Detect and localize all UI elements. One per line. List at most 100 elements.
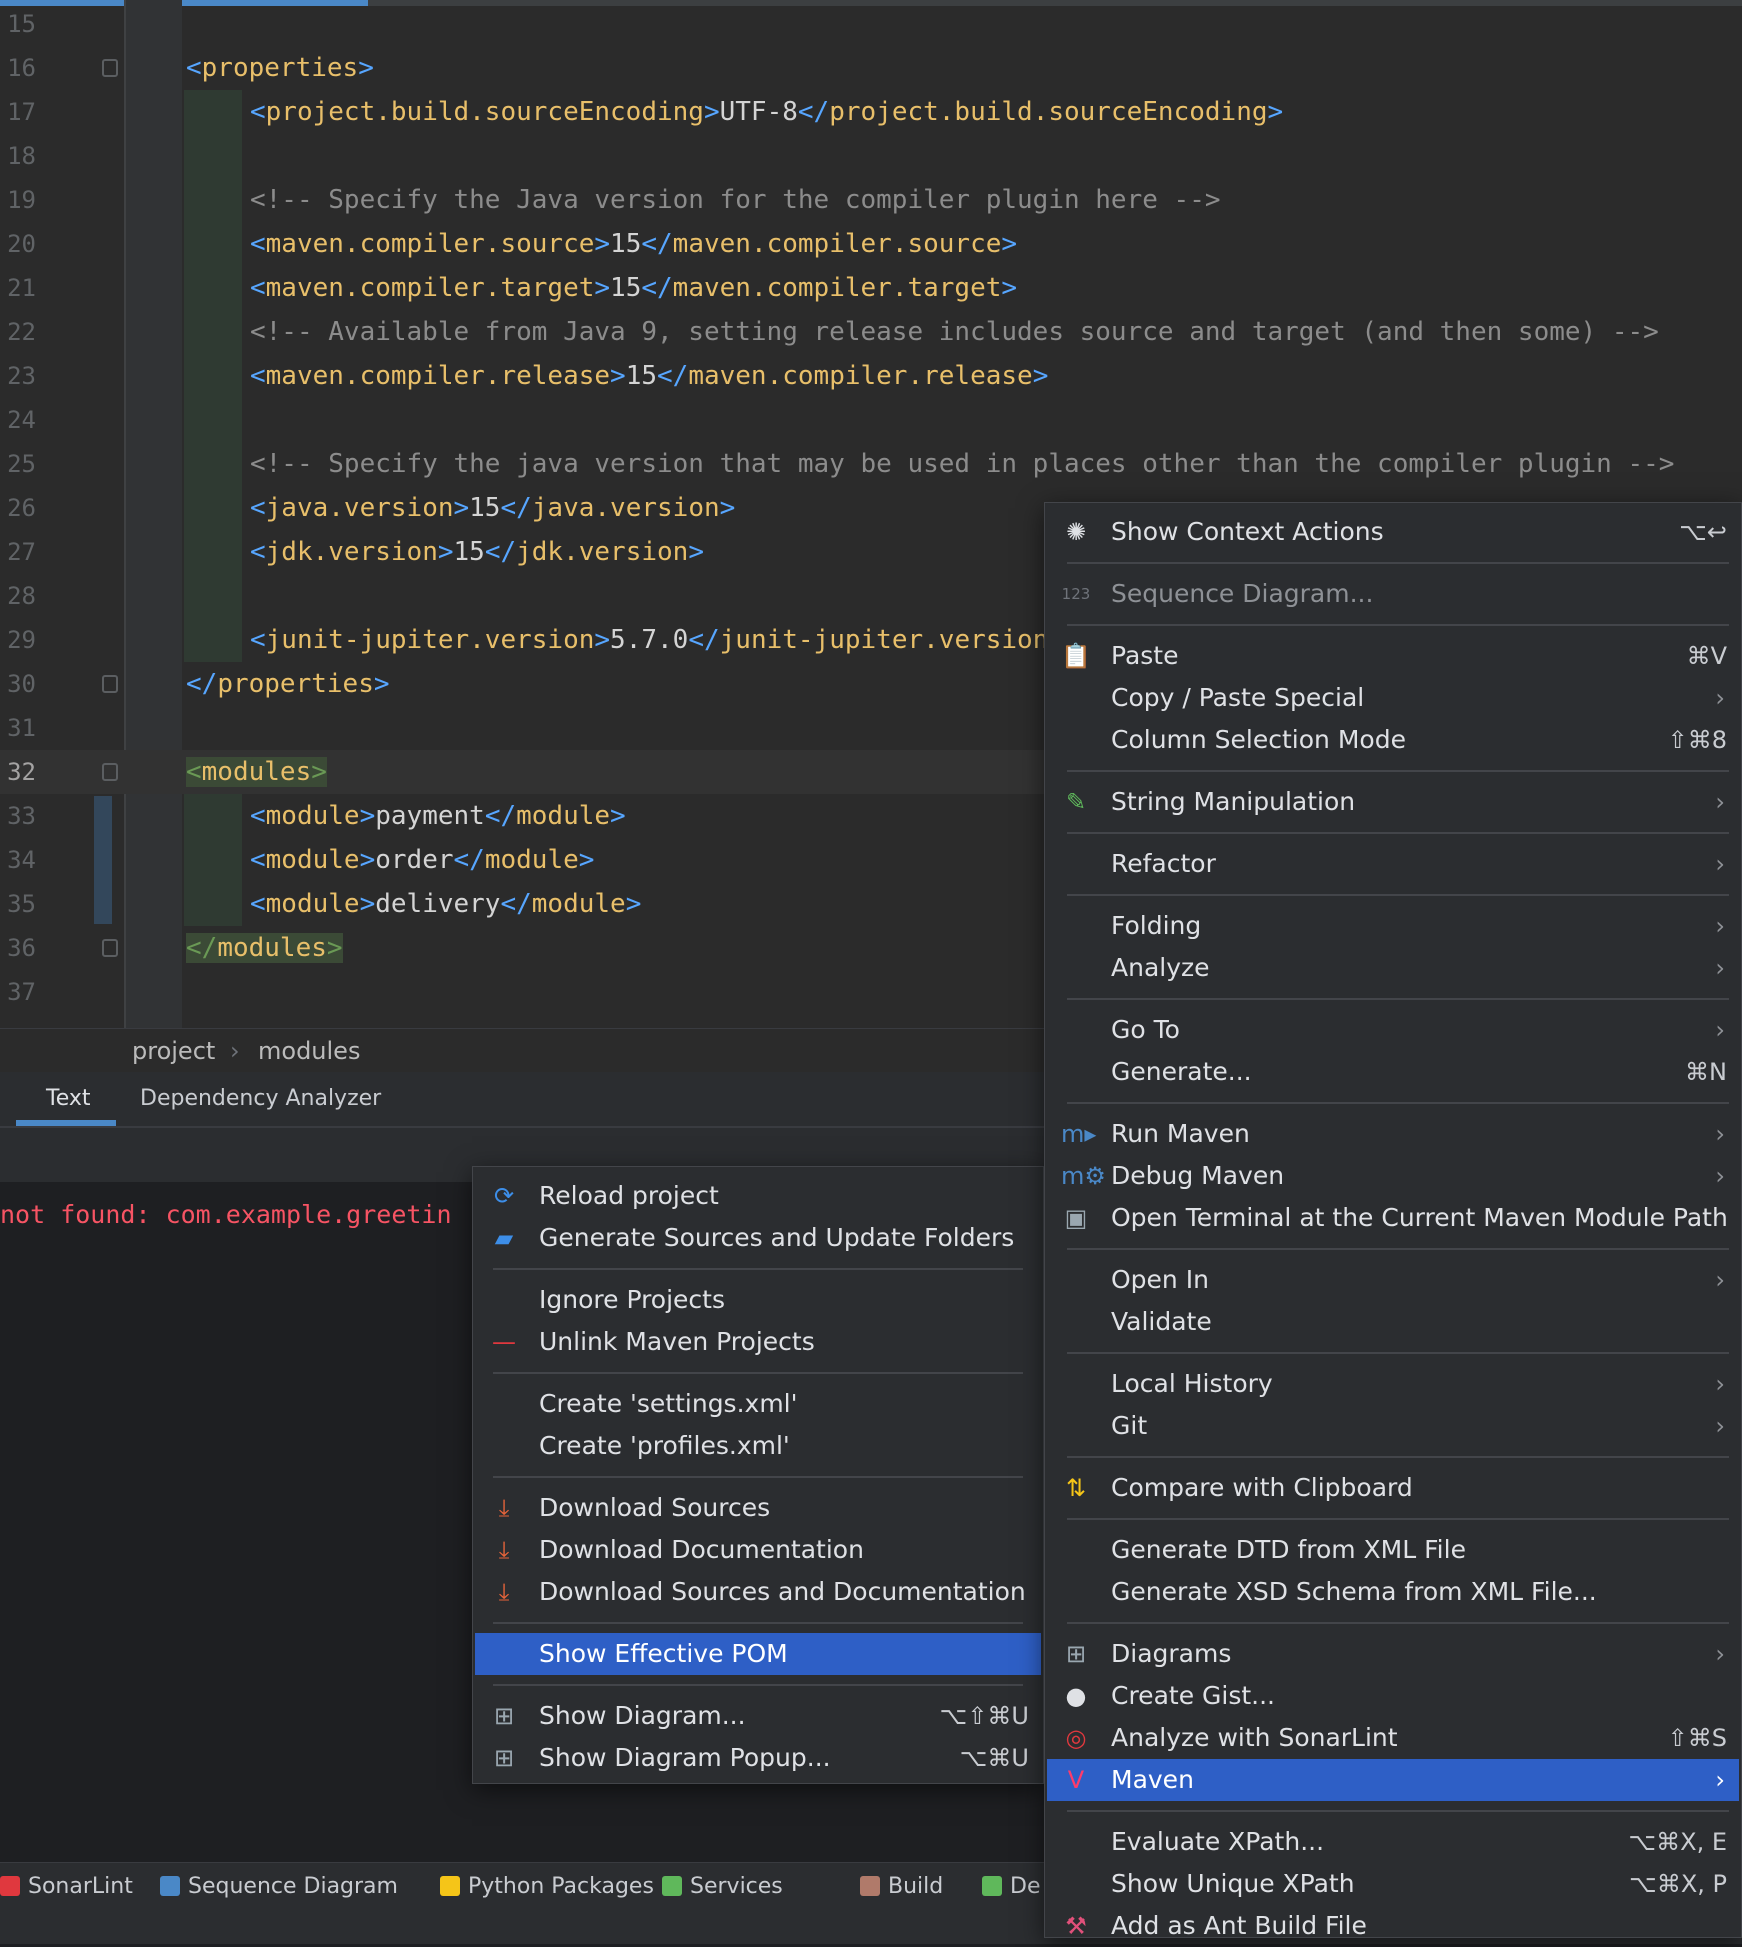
menu-item-string-manipulation[interactable]: ✎ String Manipulation › <box>1047 781 1739 823</box>
menu-item-create-profiles-xml[interactable]: Create 'profiles.xml' <box>475 1425 1041 1467</box>
menu-item-folding[interactable]: Folding › <box>1047 905 1739 947</box>
menu-item-unlink-maven-projects[interactable]: — Unlink Maven Projects <box>475 1321 1041 1363</box>
menu-item-validate[interactable]: Validate <box>1047 1301 1739 1343</box>
menu-item-analyze[interactable]: Analyze › <box>1047 947 1739 989</box>
xml-tag-name: junit-jupiter.version <box>265 625 595 655</box>
menu-item-compare-with-clipboard[interactable]: ⇅ Compare with Clipboard <box>1047 1467 1739 1509</box>
menu-item-add-as-ant-build-file[interactable]: ⚒ Add as Ant Build File <box>1047 1905 1739 1947</box>
code-line[interactable]: 19 <!-- Specify the Java version for the … <box>0 178 1742 222</box>
menu-item-label: Add as Ant Build File <box>1111 1911 1367 1940</box>
tool-window-de[interactable]: De <box>982 1863 1040 1911</box>
xml-text: delivery <box>375 889 501 919</box>
menu-item-generate-xsd-schema-from-xml-file[interactable]: Generate XSD Schema from XML File... <box>1047 1571 1739 1613</box>
terminal-maven-icon: ▣ <box>1064 1204 1088 1232</box>
breadcrumb-item-modules[interactable]: modules <box>258 1029 360 1073</box>
code-line[interactable]: 22 <!-- Available from Java 9, setting re… <box>0 310 1742 354</box>
code-text: <module>order</module> <box>250 838 594 882</box>
menu-item-open-in[interactable]: Open In › <box>1047 1259 1739 1301</box>
xml-bracket: > <box>373 669 390 699</box>
menu-item-reload-project[interactable]: ⟳ Reload project <box>475 1175 1041 1217</box>
xml-tag-name: properties <box>201 53 359 83</box>
xml-bracket: > <box>688 537 704 567</box>
xml-tag-name: maven.compiler.release <box>265 361 611 391</box>
tab-text[interactable]: Text <box>46 1072 91 1126</box>
code-line[interactable]: 17 <project.build.sourceEncoding>UTF-8</p… <box>0 90 1742 134</box>
menu-item-analyze-with-sonarlint[interactable]: ◎ Analyze with SonarLint ⇧⌘S <box>1047 1717 1739 1759</box>
download-icon: ⤓ <box>498 1578 510 1606</box>
menu-item-local-history[interactable]: Local History › <box>1047 1363 1739 1405</box>
menu-separator <box>1067 1518 1729 1520</box>
menu-item-refactor[interactable]: Refactor › <box>1047 843 1739 885</box>
tool-window-python-packages[interactable]: Python Packages <box>440 1863 654 1911</box>
tool-window-services[interactable]: Services <box>662 1863 783 1911</box>
tool-window-icon <box>440 1876 460 1896</box>
indent-guide <box>184 134 242 178</box>
menu-item-column-selection-mode[interactable]: Column Selection Mode ⇧⌘8 <box>1047 719 1739 761</box>
tool-window-sonarlint[interactable]: SonarLint <box>0 1863 133 1911</box>
code-line[interactable]: 18 <box>0 134 1742 178</box>
code-line[interactable]: 24 <box>0 398 1742 442</box>
menu-item-show-unique-xpath[interactable]: Show Unique XPath ⌥⌘X, P <box>1047 1863 1739 1905</box>
tool-window-sequence-diagram[interactable]: Sequence Diagram <box>160 1863 398 1911</box>
menu-item-debug-maven[interactable]: m⚙ Debug Maven › <box>1047 1155 1739 1197</box>
code-text: </properties> <box>186 662 390 706</box>
line-number: 28 <box>7 582 36 610</box>
line-number: 31 <box>7 714 36 742</box>
code-line[interactable]: 21 <maven.compiler.target>15</maven.compi… <box>0 266 1742 310</box>
tab-dependency-analyzer[interactable]: Dependency Analyzer <box>140 1072 381 1126</box>
menu-item-label: Download Documentation <box>539 1535 864 1564</box>
menu-item-evaluate-xpath[interactable]: Evaluate XPath... ⌥⌘X, E <box>1047 1821 1739 1863</box>
line-number: 17 <box>7 98 36 126</box>
menu-item-copy-paste-special[interactable]: Copy / Paste Special › <box>1047 677 1739 719</box>
menu-item-label: Reload project <box>539 1181 719 1210</box>
fold-marker-icon[interactable] <box>102 675 118 693</box>
fold-marker-icon[interactable] <box>102 939 118 957</box>
menu-item-open-terminal-at-the-current-maven-module-path[interactable]: ▣ Open Terminal at the Current Maven Modu… <box>1047 1197 1739 1239</box>
menu-item-generate[interactable]: Generate... ⌘N <box>1047 1051 1739 1093</box>
code-line[interactable]: 15 <box>0 2 1742 46</box>
menu-item-go-to[interactable]: Go To › <box>1047 1009 1739 1051</box>
code-line[interactable]: 23 <maven.compiler.release>15</maven.comp… <box>0 354 1742 398</box>
menu-item-label: Go To <box>1111 1015 1180 1044</box>
xml-text: order <box>375 845 454 875</box>
indent-guide <box>184 222 242 266</box>
menu-item-download-sources-and-documentation[interactable]: ⤓ Download Sources and Documentation <box>475 1571 1041 1613</box>
xml-bracket: < <box>250 801 266 831</box>
menu-item-show-diagram[interactable]: ⊞ Show Diagram... ⌥⇧⌘U <box>475 1695 1041 1737</box>
code-line[interactable]: 20 <maven.compiler.source>15</maven.compi… <box>0 222 1742 266</box>
xml-bracket: > <box>594 625 611 655</box>
line-number: 36 <box>7 934 36 962</box>
menu-item-maven[interactable]: V Maven › <box>1047 1759 1739 1801</box>
menu-item-download-documentation[interactable]: ⤓ Download Documentation <box>475 1529 1041 1571</box>
menu-item-diagrams[interactable]: ⊞ Diagrams › <box>1047 1633 1739 1675</box>
fold-marker-icon[interactable] <box>102 59 118 77</box>
menu-item-ignore-projects[interactable]: Ignore Projects <box>475 1279 1041 1321</box>
xml-bracket: > <box>719 493 736 523</box>
menu-separator <box>493 1268 1023 1270</box>
menu-item-git[interactable]: Git › <box>1047 1405 1739 1447</box>
menu-item-show-effective-pom[interactable]: Show Effective POM <box>475 1633 1041 1675</box>
menu-item-create-gist[interactable]: ● Create Gist... <box>1047 1675 1739 1717</box>
menu-item-generate-dtd-from-xml-file[interactable]: Generate DTD from XML File <box>1047 1529 1739 1571</box>
diagram-icon: ⊞ <box>493 1702 515 1730</box>
menu-item-show-context-actions[interactable]: ✺ Show Context Actions ⌥↩ <box>1047 511 1739 553</box>
code-text: <project.build.sourceEncoding>UTF-8</pro… <box>250 90 1283 134</box>
tool-window-build[interactable]: Build <box>860 1863 943 1911</box>
menu-item-paste[interactable]: 📋 Paste ⌘V <box>1047 635 1739 677</box>
menu-item-shortcut: ⌘V <box>1686 642 1727 670</box>
github-icon: ● <box>1065 1682 1087 1710</box>
fold-marker-icon[interactable] <box>102 763 118 781</box>
menu-item-generate-sources-and-update-folders[interactable]: ▰ Generate Sources and Update Folders <box>475 1217 1041 1259</box>
xml-tag-name: java.version <box>265 493 454 523</box>
menu-item-label: String Manipulation <box>1111 787 1356 816</box>
menu-item-download-sources[interactable]: ⤓ Download Sources <box>475 1487 1041 1529</box>
menu-item-show-diagram-popup[interactable]: ⊞ Show Diagram Popup... ⌥⌘U <box>475 1737 1041 1779</box>
menu-item-run-maven[interactable]: m▸ Run Maven › <box>1047 1113 1739 1155</box>
menu-item-create-settings-xml[interactable]: Create 'settings.xml' <box>475 1383 1041 1425</box>
code-line[interactable]: 16 <properties> <box>0 46 1742 90</box>
breadcrumb-item-project[interactable]: project <box>132 1029 215 1073</box>
sequence-123-icon: 123 <box>1061 585 1091 603</box>
menu-item-label: Debug Maven <box>1111 1161 1285 1190</box>
code-line[interactable]: 25 <!-- Specify the java version that may… <box>0 442 1742 486</box>
indent-guide <box>184 574 242 618</box>
